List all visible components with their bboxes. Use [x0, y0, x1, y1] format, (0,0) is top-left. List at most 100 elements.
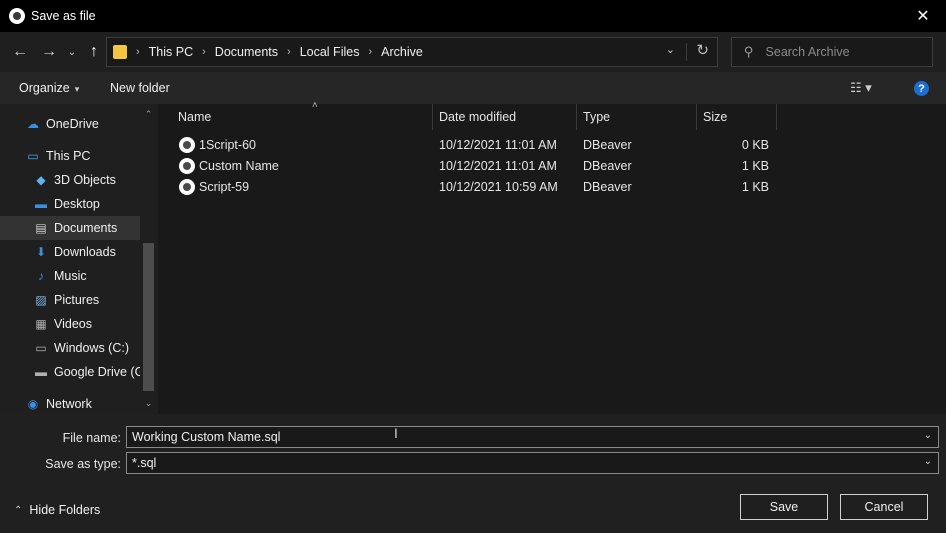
dbeaver-file-icon [179, 179, 195, 195]
column-header-type[interactable]: Type [577, 104, 697, 130]
video-icon: ▦ [35, 317, 47, 331]
sidebar-item-label: Documents [54, 221, 118, 235]
document-icon: ▤ [35, 221, 47, 235]
sidebar-item-network[interactable]: ◉ Network [0, 392, 140, 414]
chevron-up-icon: ⌃ [14, 504, 23, 516]
sidebar-item-onedrive[interactable]: ☁ OneDrive [0, 112, 140, 136]
file-name-label: File name: [62, 431, 121, 445]
scroll-up-icon[interactable]: ⌃ [140, 106, 157, 123]
sidebar-item-label: Pictures [54, 293, 100, 307]
column-header-size[interactable]: Size [697, 104, 777, 130]
window-title: Save as file [31, 9, 96, 23]
back-button[interactable]: ← [8, 40, 32, 64]
sidebar-scrollbar[interactable]: ⌃ ⌄ [140, 104, 157, 414]
sidebar-item-this-pc[interactable]: ▭ This PC [0, 144, 140, 168]
breadcrumb-separator[interactable]: › [136, 46, 140, 58]
file-list: Name ˄ Date modified Type Size 1Script-6… [158, 100, 946, 414]
column-header-name[interactable]: Name ˄ [172, 100, 433, 130]
chevron-down-icon: ▾ [74, 84, 80, 94]
search-box[interactable]: ⚲ Search Archive [731, 37, 933, 67]
title-bar: Save as file ✕ [0, 0, 946, 32]
column-header-date-modified[interactable]: Date modified [433, 104, 577, 130]
scrollbar-thumb[interactable] [143, 243, 154, 391]
scroll-down-icon[interactable]: ⌄ [140, 395, 157, 412]
file-size: 0 KB [741, 138, 769, 152]
file-name-value: Working Custom Name.sql [132, 430, 281, 444]
refresh-icon[interactable]: ↻ [696, 41, 709, 59]
view-options-icon[interactable]: ☷ ▾ [850, 80, 872, 96]
breadcrumb-separator[interactable]: › [202, 46, 206, 58]
navigation-pane: ☁ OneDrive ▭ This PC ◆ 3D Objects ▬ Desk… [0, 104, 158, 414]
computer-icon: ▭ [27, 149, 39, 163]
breadcrumb-documents[interactable]: Documents [215, 45, 278, 59]
sidebar-item-label: Desktop [54, 197, 100, 211]
sidebar-item-pictures[interactable]: ▨ Pictures [0, 288, 140, 312]
column-header-label: Name [178, 110, 212, 124]
organize-button[interactable]: Organize ▾ [19, 81, 79, 95]
new-folder-button[interactable]: New folder [110, 81, 170, 95]
drive-icon: ▬ [35, 365, 47, 379]
up-button[interactable]: ↑ [82, 40, 106, 64]
pictures-icon: ▨ [35, 293, 47, 307]
sidebar-item-label: Downloads [54, 245, 116, 259]
cancel-button[interactable]: Cancel [840, 494, 928, 520]
sidebar-item-documents[interactable]: ▤ Documents [0, 216, 140, 240]
download-icon: ⬇ [35, 245, 47, 259]
save-button[interactable]: Save [740, 494, 828, 520]
divider [686, 43, 687, 61]
file-size: 1 KB [741, 180, 769, 194]
sidebar-item-label: Network [46, 397, 92, 411]
dbeaver-file-icon [179, 137, 195, 153]
text-cursor-icon: I [394, 425, 398, 441]
hide-folders-label: Hide Folders [29, 503, 101, 517]
dbeaver-file-icon [179, 158, 195, 174]
file-type: DBeaver [583, 159, 632, 173]
file-name: Custom Name [199, 159, 279, 173]
sidebar-item-3d-objects[interactable]: ◆ 3D Objects [0, 168, 140, 192]
file-date: 10/12/2021 11:01 AM [439, 138, 557, 152]
sidebar-item-label: 3D Objects [54, 173, 116, 187]
chevron-down-icon[interactable]: ⌄ [924, 430, 932, 441]
network-icon: ◉ [27, 397, 39, 411]
folder-icon [113, 45, 127, 59]
sidebar-item-windows-c[interactable]: ▭ Windows (C:) [0, 336, 140, 360]
address-dropdown-icon[interactable]: ⌄ [666, 43, 675, 56]
music-icon: ♪ [38, 269, 44, 283]
hide-folders-button[interactable]: ⌃ Hide Folders [14, 503, 100, 517]
sidebar-item-music[interactable]: ♪ Music [0, 264, 140, 288]
sidebar-item-label: This PC [46, 149, 91, 163]
breadcrumb-separator[interactable]: › [287, 46, 291, 58]
cloud-icon: ☁ [27, 117, 39, 131]
save-as-type-value: *.sql [132, 456, 157, 470]
file-name: 1Script-60 [199, 138, 256, 152]
file-size: 1 KB [741, 159, 769, 173]
file-type: DBeaver [583, 138, 632, 152]
chevron-down-icon[interactable]: ⌄ [924, 456, 932, 467]
cube-icon: ◆ [36, 173, 46, 187]
file-row[interactable]: Custom Name 10/12/2021 11:01 AM DBeaver … [158, 156, 946, 177]
desktop-icon: ▬ [35, 197, 47, 211]
file-date: 10/12/2021 11:01 AM [439, 159, 557, 173]
sidebar-item-google-drive[interactable]: ▬ Google Drive (G: [0, 360, 140, 384]
help-icon[interactable]: ? [914, 81, 929, 96]
address-bar[interactable]: › This PC › Documents › Local Files › Ar… [106, 37, 718, 67]
sidebar-item-downloads[interactable]: ⬇ Downloads [0, 240, 140, 264]
search-input[interactable]: Search Archive [766, 45, 850, 59]
command-toolbar: Organize ▾ New folder ☷ ▾ ? [0, 72, 946, 104]
navigation-bar: ← → ⌄ ↑ › This PC › Documents › Local Fi… [0, 32, 946, 72]
breadcrumb-local-files[interactable]: Local Files [300, 45, 360, 59]
breadcrumb-this-pc[interactable]: This PC [149, 45, 193, 59]
file-name: Script-59 [199, 180, 250, 194]
breadcrumb-separator[interactable]: › [368, 46, 372, 58]
file-date: 10/12/2021 10:59 AM [439, 180, 558, 194]
forward-button[interactable]: → [37, 40, 61, 64]
file-row[interactable]: 1Script-60 10/12/2021 11:01 AM DBeaver 0… [158, 135, 946, 156]
sidebar-item-desktop[interactable]: ▬ Desktop [0, 192, 140, 216]
save-as-type-select[interactable]: *.sql ⌄ [126, 452, 939, 474]
file-name-input[interactable]: Working Custom Name.sql ⌄ [126, 426, 939, 448]
breadcrumb-archive[interactable]: Archive [381, 45, 423, 59]
file-row[interactable]: Script-59 10/12/2021 10:59 AM DBeaver 1 … [158, 177, 946, 198]
close-button[interactable]: ✕ [900, 0, 946, 32]
recent-locations-button[interactable]: ⌄ [60, 40, 84, 64]
sidebar-item-videos[interactable]: ▦ Videos [0, 312, 140, 336]
